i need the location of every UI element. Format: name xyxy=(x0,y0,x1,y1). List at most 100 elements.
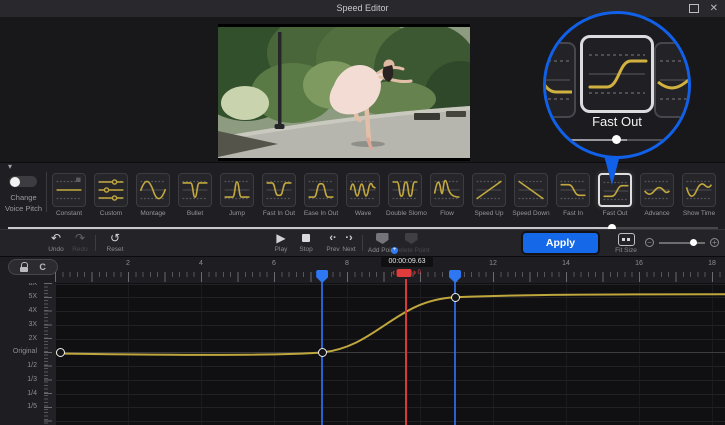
ruler-number: 12 xyxy=(489,260,497,267)
delete-point-flag-icon xyxy=(394,233,428,246)
preset-label: Ease In Out xyxy=(302,210,340,217)
preset-label: Flow xyxy=(428,210,466,217)
preset-label: Show Time xyxy=(680,210,718,217)
fit-size-button[interactable]: Fit Size xyxy=(609,233,643,254)
preset-show-time[interactable]: Show Time xyxy=(680,173,718,217)
current-time-display: 00:00:09.63 xyxy=(381,257,433,267)
lock-icon[interactable] xyxy=(20,262,28,272)
montage-curve-icon xyxy=(136,173,170,207)
playhead-right-arrow-icon[interactable]: › xyxy=(413,268,416,277)
double-slomo-curve-icon xyxy=(388,173,422,207)
speed-down-curve-icon xyxy=(514,173,548,207)
toolbar: ↶ Undo ↷ Redo ↺ Reset ▶ Play Stop ‹· Pre… xyxy=(0,229,725,257)
playhead-handle[interactable]: ‹ › 0 xyxy=(392,268,421,277)
ruler-number: 6 xyxy=(272,260,276,267)
redo-icon: ↷ xyxy=(63,232,97,245)
speed-label-4x: 4X xyxy=(28,307,37,314)
preset-label: Double Slomo xyxy=(386,210,424,217)
preset-magnifier: Fast Out xyxy=(543,11,691,159)
curve-control-point[interactable] xyxy=(451,293,460,302)
preset-label: Advance xyxy=(638,210,676,217)
zoom-out-icon[interactable]: − xyxy=(645,238,654,247)
preset-speed-down[interactable]: Speed Down xyxy=(512,173,550,217)
magnet-icon[interactable]: C xyxy=(39,263,46,272)
magnified-preset-label: Fast Out xyxy=(546,114,688,129)
toggle-knob xyxy=(10,177,20,187)
zoom-in-icon[interactable]: + xyxy=(710,238,719,247)
preset-advance[interactable]: Advance xyxy=(638,173,676,217)
fast-in-out-curve-icon xyxy=(262,173,296,207)
preset-label: Fast In Out xyxy=(260,210,298,217)
preset-constant[interactable]: Constant xyxy=(50,173,88,217)
speed-label-6x: 6X xyxy=(28,283,37,287)
preset-speed-up[interactable]: Speed Up xyxy=(470,173,508,217)
speed-label-1-4: 1/4 xyxy=(27,390,37,397)
preview-stage: Fast Out xyxy=(0,17,725,162)
fit-size-icon xyxy=(618,233,635,246)
fast-in-curve-icon xyxy=(556,173,590,207)
preset-label: Custom xyxy=(92,210,130,217)
keyframe-line xyxy=(454,282,456,425)
speed-label-1-5: 1/5 xyxy=(27,403,37,410)
apply-button[interactable]: Apply xyxy=(523,233,598,253)
ease-in-out-curve-icon xyxy=(304,173,338,207)
video-preview xyxy=(218,24,470,161)
preset-double-slomo[interactable]: Double Slomo xyxy=(386,173,424,217)
preset-label: Wave xyxy=(344,210,382,217)
preset-custom[interactable]: Custom xyxy=(92,173,130,217)
curve-control-point[interactable] xyxy=(318,348,327,357)
ruler-number: 14 xyxy=(562,260,570,267)
magnified-fast-in-thumb xyxy=(543,42,576,118)
zoom-slider-handle[interactable] xyxy=(690,239,697,246)
redo-button[interactable]: ↷ Redo xyxy=(63,232,97,253)
magnified-scrollbar-handle xyxy=(612,135,621,144)
maximize-icon[interactable] xyxy=(689,4,699,13)
speed-label-3x: 3X xyxy=(28,321,37,328)
curve-control-point[interactable] xyxy=(56,348,65,357)
preset-label: Constant xyxy=(50,210,88,217)
preset-montage[interactable]: Montage xyxy=(134,173,172,217)
preset-bullet[interactable]: Bullet xyxy=(176,173,214,217)
ruler-ticks[interactable] xyxy=(55,272,723,277)
show-time-curve-icon xyxy=(682,173,716,207)
speed-label-2x: 2X xyxy=(28,335,37,342)
flow-curve-icon xyxy=(430,173,464,207)
delete-point-button[interactable]: Delete Point xyxy=(394,232,428,254)
wave-curve-icon xyxy=(346,173,380,207)
speed-label-1-3: 1/3 xyxy=(27,376,37,383)
timeline-ruler: C 24681012141618 00:00:09.63 ‹ › 0 xyxy=(0,257,725,283)
close-icon[interactable]: ✕ xyxy=(710,4,718,14)
toolbar-separator xyxy=(362,235,363,251)
voice-pitch-label-line1: Change xyxy=(0,193,47,202)
vertical-mini-ruler xyxy=(44,283,56,425)
constant-curve-icon xyxy=(52,173,86,207)
speed-editor-window: Speed Editor ✕ xyxy=(0,0,725,425)
preset-label: Jump xyxy=(218,210,256,217)
next-icon: ·› xyxy=(332,232,366,245)
speed-curve xyxy=(0,283,725,425)
ballet-dancer-frame xyxy=(218,27,470,158)
ruler-number: 2 xyxy=(126,260,130,267)
zoom-slider-track[interactable] xyxy=(659,242,705,244)
preset-flow[interactable]: Flow xyxy=(428,173,466,217)
preset-fast-in[interactable]: Fast In xyxy=(554,173,592,217)
speed-label-5x: 5X xyxy=(28,293,37,300)
voice-pitch-toggle[interactable] xyxy=(9,176,37,187)
next-button[interactable]: ·› Next xyxy=(332,232,366,253)
preset-fast-in-out[interactable]: Fast In Out xyxy=(260,173,298,217)
magnified-advance-thumb xyxy=(654,42,691,118)
toolbar-separator xyxy=(95,235,96,251)
playhead-grip[interactable] xyxy=(397,269,412,277)
speed-label-original: Original xyxy=(13,348,37,355)
speed-up-curve-icon xyxy=(472,173,506,207)
magnified-fast-out-thumb xyxy=(580,35,654,113)
playhead-left-arrow-icon[interactable]: ‹ xyxy=(392,268,395,277)
reset-button[interactable]: ↺ Reset xyxy=(98,232,132,253)
preset-jump[interactable]: Jump xyxy=(218,173,256,217)
collapse-caret-icon[interactable]: ▾ xyxy=(8,163,12,171)
speed-label-1-2: 1/2 xyxy=(27,362,37,369)
preset-wave[interactable]: Wave xyxy=(344,173,382,217)
bullet-curve-icon xyxy=(178,173,212,207)
preset-ease-in-out[interactable]: Ease In Out xyxy=(302,173,340,217)
preset-label: Bullet xyxy=(176,210,214,217)
